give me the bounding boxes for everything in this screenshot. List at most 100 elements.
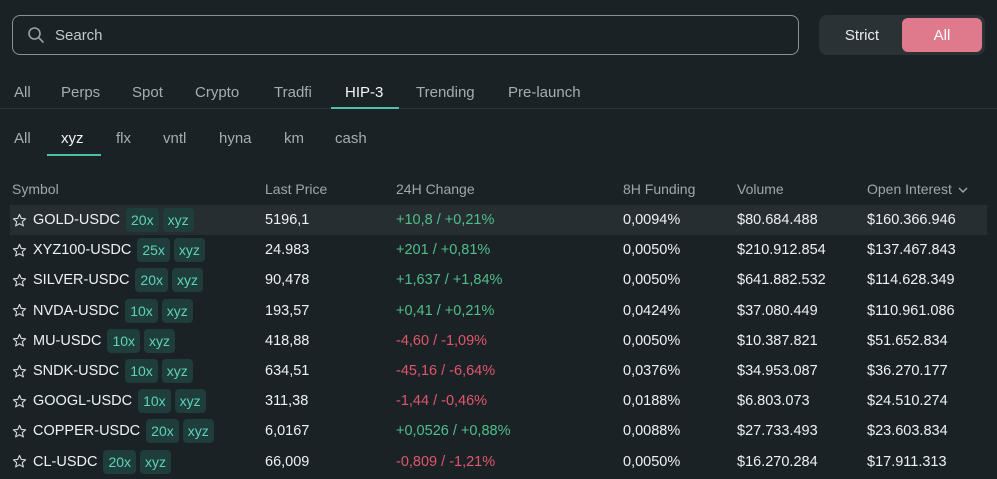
table-row[interactable]: XYZ100-USDC 25x xyz 24.983 +201 / +0,81% 0,00…: [10, 235, 987, 265]
star-icon[interactable]: [12, 243, 27, 258]
tab-all[interactable]: All: [14, 84, 31, 101]
table-row[interactable]: MU-USDC 10x xyz 418,88 -4,60 / -1,09% 0,0050%…: [10, 326, 987, 356]
last-price: 311,38: [265, 393, 309, 410]
dex-badge: xyz: [174, 389, 206, 414]
dex-badge: xyz: [140, 449, 172, 474]
column-header-volume[interactable]: Volume: [737, 181, 784, 197]
column-header-24h-change[interactable]: 24H Change: [396, 181, 475, 197]
symbol-name: COPPER-USDC: [33, 423, 141, 440]
symbol-name: SNDK-USDC: [33, 363, 120, 379]
change-24h: +10,8 / +0,21%: [396, 212, 495, 228]
dex-tab-hyna[interactable]: hyna: [219, 130, 252, 147]
table-row[interactable]: SNDK-USDC 10x xyz 634,51 -45,16 / -6,64% 0,03…: [10, 356, 987, 386]
column-header-open-interest-label: Open Interest: [867, 181, 952, 197]
dex-tab-all[interactable]: All: [14, 130, 31, 147]
change-24h: -0,809 / -1,21%: [396, 453, 496, 470]
tab-spot[interactable]: Spot: [132, 84, 163, 101]
table-row[interactable]: NVDA-USDC 10x xyz 193,57 +0,41 / +0,21% 0,042…: [10, 296, 987, 326]
tab-perps[interactable]: Perps: [61, 84, 100, 101]
star-icon[interactable]: [12, 364, 27, 379]
search-box[interactable]: [12, 15, 799, 55]
tab-pre-launch[interactable]: Pre-launch: [508, 84, 581, 101]
funding-8h: 0,0376%: [623, 363, 681, 379]
all-button[interactable]: All: [902, 18, 982, 52]
leverage-badge: 20x: [135, 268, 168, 293]
dex-badge: xyz: [162, 208, 194, 232]
tab-crypto[interactable]: Crypto: [195, 84, 239, 101]
open-interest: $36.270.177: [867, 363, 948, 379]
symbol-cell: NVDA-USDC 10x xyz: [12, 296, 197, 326]
change-24h: +0,0526 / +0,88%: [396, 423, 511, 440]
leverage-badge: 10x: [138, 389, 171, 414]
star-icon[interactable]: [12, 424, 27, 439]
market-tabs: All Perps Spot Crypto Tradfi HIP-3 Trend…: [0, 78, 997, 109]
leverage-badge: 10x: [125, 298, 158, 323]
column-header-open-interest[interactable]: Open Interest: [867, 181, 968, 197]
symbol-name: CL-USDC: [33, 453, 98, 470]
leverage-badge: 20x: [126, 208, 159, 232]
volume: $27.733.493: [737, 423, 818, 440]
funding-8h: 0,0094%: [623, 212, 681, 228]
dex-tab-vntl[interactable]: vntl: [163, 130, 186, 147]
symbol-cell: GOLD-USDC 20x xyz: [12, 205, 198, 235]
star-icon[interactable]: [12, 273, 27, 288]
tab-hip-3[interactable]: HIP-3: [345, 84, 383, 101]
tab-trending[interactable]: Trending: [416, 84, 475, 101]
search-input[interactable]: [55, 26, 798, 44]
volume: $80.684.488: [737, 212, 818, 228]
star-icon[interactable]: [12, 213, 27, 228]
open-interest: $23.603.834: [867, 423, 948, 440]
symbol-cell: SNDK-USDC 10x xyz: [12, 356, 197, 386]
star-icon[interactable]: [12, 303, 27, 318]
dex-tabs: All xyz flx vntl hyna km cash: [0, 124, 997, 156]
dex-badge: xyz: [172, 268, 203, 293]
leverage-badge: 20x: [146, 419, 179, 444]
open-interest: $24.510.274: [867, 393, 948, 410]
star-icon[interactable]: [12, 333, 27, 348]
table-row[interactable]: CL-USDC 20x xyz 66,009 -0,809 / -1,21% 0,0050…: [10, 447, 987, 477]
chevron-down-icon: [958, 187, 968, 194]
open-interest: $137.467.843: [867, 242, 956, 259]
change-24h: -45,16 / -6,64%: [396, 363, 496, 379]
symbol-name: MU-USDC: [33, 332, 102, 349]
column-header-symbol[interactable]: Symbol: [12, 181, 59, 197]
star-icon[interactable]: [12, 394, 27, 409]
funding-8h: 0,0050%: [623, 242, 681, 259]
funding-8h: 0,0050%: [623, 332, 681, 349]
dex-tab-cash[interactable]: cash: [335, 130, 367, 147]
dex-tab-xyz[interactable]: xyz: [61, 130, 84, 147]
strict-all-toggle: Strict All: [819, 15, 985, 55]
open-interest: $110.961.086: [867, 302, 955, 319]
dex-badge: xyz: [144, 328, 176, 353]
leverage-badge: 10x: [125, 359, 158, 383]
dex-badge: xyz: [161, 298, 193, 323]
leverage-badge: 20x: [103, 449, 137, 474]
last-price: 66,009: [265, 453, 310, 470]
volume: $10.387.821: [737, 332, 818, 349]
volume: $6.803.073: [737, 393, 810, 410]
symbol-cell: CL-USDC 20x xyz: [12, 447, 175, 477]
open-interest: $114.628.349: [867, 272, 955, 289]
volume: $210.912.854: [737, 242, 826, 259]
volume: $34.953.087: [737, 363, 818, 379]
volume: $37.080.449: [737, 302, 818, 319]
table-row[interactable]: GOLD-USDC 20x xyz 5196,1 +10,8 / +0,21% 0,009…: [10, 205, 987, 235]
table-row[interactable]: GOOGL-USDC 10x xyz 311,38 -1,44 / -0,46% 0,01…: [10, 386, 987, 416]
leverage-badge: 10x: [107, 328, 141, 353]
star-icon[interactable]: [12, 454, 27, 469]
dex-tab-km[interactable]: km: [284, 130, 304, 147]
table-row[interactable]: SILVER-USDC 20x xyz 90,478 +1,637 / +1,84% 0,…: [10, 265, 987, 295]
tab-tradfi[interactable]: Tradfi: [274, 84, 312, 101]
strict-button[interactable]: Strict: [822, 18, 902, 52]
dex-tab-flx[interactable]: flx: [116, 130, 131, 147]
column-header-8h-funding[interactable]: 8H Funding: [623, 181, 695, 197]
symbol-cell: MU-USDC 10x xyz: [12, 326, 179, 356]
table-row[interactable]: COPPER-USDC 20x xyz 6,0167 +0,0526 / +0,88% 0…: [10, 416, 987, 446]
symbol-cell: COPPER-USDC 20x xyz: [12, 416, 218, 446]
search-icon: [28, 27, 44, 43]
column-header-last-price[interactable]: Last Price: [265, 181, 327, 197]
funding-8h: 0,0424%: [623, 302, 681, 319]
funding-8h: 0,0188%: [623, 393, 681, 410]
last-price: 90,478: [265, 272, 310, 289]
symbol-name: NVDA-USDC: [33, 302, 120, 319]
